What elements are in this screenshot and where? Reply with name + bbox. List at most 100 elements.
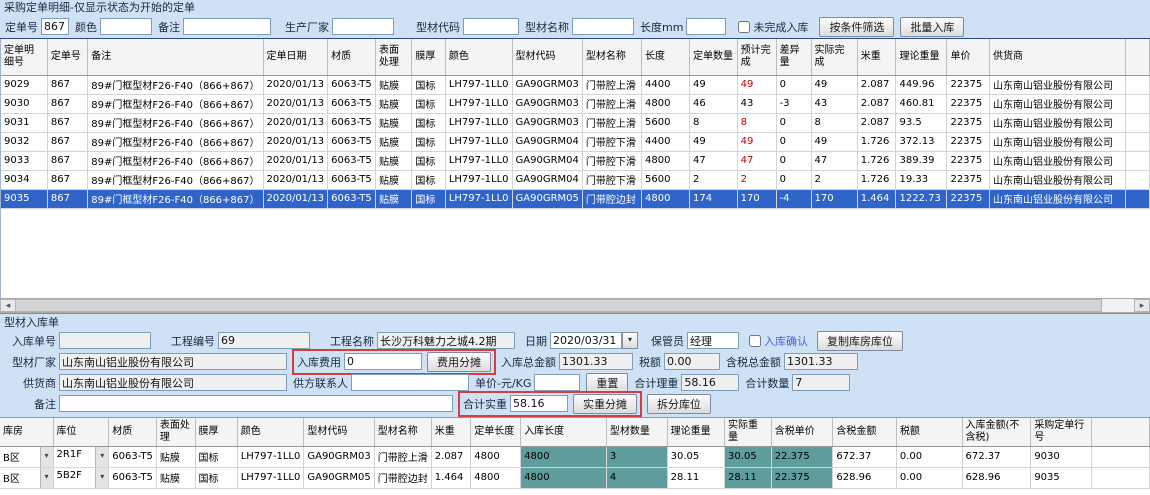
table-row[interactable]: 903486789#门框型材F26-F40（866+867）2020/01/13…	[1, 170, 1150, 189]
table-row[interactable]: 903086789#门框型材F26-F40（866+867）2020/01/13…	[1, 94, 1150, 113]
column-header: 定单日期	[263, 39, 328, 75]
combobox-arrow-icon[interactable]: ▾	[95, 468, 108, 488]
cell: 28.11	[725, 467, 772, 488]
factory-input[interactable]	[59, 353, 287, 370]
cell: LH797-1LL0	[237, 467, 304, 488]
table-row[interactable]: B区▾5B2F▾6063-T5贴膜国标LH797-1LL0GA90GRM05门带…	[0, 467, 1150, 488]
cell: 6063-T5	[328, 189, 376, 208]
cell: 170	[737, 189, 776, 208]
reset-button[interactable]: 重置	[586, 373, 628, 393]
column-header: 型材名称	[582, 39, 641, 75]
total-with-tax-input[interactable]	[784, 353, 858, 370]
cell: 5600	[642, 170, 690, 189]
keeper-input[interactable]	[687, 332, 739, 349]
tax-input[interactable]	[664, 353, 720, 370]
calendar-dropdown-icon[interactable]: ▾	[622, 332, 638, 349]
unit-price-input[interactable]	[534, 374, 580, 391]
cell: 2020/01/13	[263, 189, 328, 208]
batch-inbound-button[interactable]: 批量入库	[900, 17, 964, 37]
scrollbar-thumb[interactable]	[16, 299, 1102, 312]
actual-weight-apportion-button[interactable]: 实重分摊	[573, 394, 637, 414]
inbound-remark-input[interactable]	[59, 395, 453, 412]
date-input[interactable]	[550, 332, 622, 349]
cell: GA90GRM05	[304, 467, 374, 488]
supplier-contact-input[interactable]	[351, 374, 469, 391]
copy-warehouse-location-button[interactable]: 复制库房库位	[817, 331, 903, 351]
scrollbar-left-arrow-icon[interactable]: ◂	[0, 299, 16, 312]
total-theory-weight-input[interactable]	[681, 374, 739, 391]
cell: 国标	[412, 189, 445, 208]
profile-name-filter-input[interactable]	[572, 18, 634, 35]
split-location-button[interactable]: 拆分库位	[647, 394, 711, 414]
combobox-arrow-icon[interactable]: ▾	[40, 468, 53, 488]
profile-name-filter-label: 型材名称	[525, 19, 569, 35]
supplier-input[interactable]	[59, 374, 287, 391]
order-no-input[interactable]	[41, 18, 69, 35]
keeper-label: 保管员	[644, 333, 684, 349]
manufacturer-filter-input[interactable]	[332, 18, 394, 35]
cell: 2020/01/13	[263, 151, 328, 170]
cell: LH797-1LL0	[445, 151, 512, 170]
length-filter-input[interactable]	[686, 18, 726, 35]
project-no-input[interactable]	[218, 332, 310, 349]
cell: 867	[47, 75, 87, 94]
cell: LH797-1LL0	[445, 189, 512, 208]
cell: 贴膜	[376, 94, 412, 113]
manufacturer-filter-label: 生产厂家	[285, 19, 329, 35]
unit-price-label: 单价-元/KG	[475, 375, 531, 391]
project-name-label: 工程名称	[316, 333, 374, 349]
cell: 4800	[642, 189, 690, 208]
table-row[interactable]: 903286789#门框型材F26-F40（866+867）2020/01/13…	[1, 132, 1150, 151]
table-row[interactable]: 903186789#门框型材F26-F40（866+867）2020/01/13…	[1, 113, 1150, 132]
column-header: 长度	[642, 39, 690, 75]
cell: 2020/01/13	[263, 94, 328, 113]
total-qty-label: 合计数量	[745, 375, 789, 391]
remark-filter-input[interactable]	[183, 18, 271, 35]
total-amount-input[interactable]	[559, 353, 633, 370]
table-row[interactable]: 903586789#门框型材F26-F40（866+867）2020/01/13…	[1, 189, 1150, 208]
cell: GA90GRM04	[512, 132, 582, 151]
unfinished-inbound-checkbox[interactable]	[738, 21, 750, 33]
inbound-confirm-checkbox[interactable]	[749, 335, 761, 347]
cell: GA90GRM03	[304, 446, 374, 467]
scrollbar-track[interactable]	[1102, 299, 1134, 312]
color-filter-input[interactable]	[100, 18, 152, 35]
horizontal-scrollbar[interactable]: ◂ ▸	[0, 298, 1150, 313]
table-row[interactable]: 902986789#门框型材F26-F40（866+867）2020/01/13…	[1, 75, 1150, 94]
column-header: 定单长度	[471, 418, 521, 446]
table-row[interactable]: 903386789#门框型材F26-F40（866+867）2020/01/13…	[1, 151, 1150, 170]
cell: 672.37	[962, 446, 1031, 467]
cell: 8	[737, 113, 776, 132]
project-name-input[interactable]	[377, 332, 515, 349]
cell: 93.5	[896, 113, 947, 132]
inbound-no-input[interactable]	[59, 332, 151, 349]
column-header: 库位	[53, 418, 109, 446]
cell: 89#门框型材F26-F40（866+867）	[88, 170, 263, 189]
profile-code-filter-input[interactable]	[463, 18, 519, 35]
supplier-label: 供货商	[4, 375, 56, 391]
cell: 贴膜	[156, 467, 195, 488]
cell	[1126, 132, 1150, 151]
scrollbar-right-arrow-icon[interactable]: ▸	[1134, 299, 1150, 312]
order-no-label: 定单号	[5, 19, 38, 35]
table-row[interactable]: B区▾2R1F▾6063-T5贴膜国标LH797-1LL0GA90GRM03门带…	[0, 446, 1150, 467]
cell: 9032	[1, 132, 47, 151]
inbound-fee-input[interactable]	[344, 353, 422, 370]
filter-by-condition-button[interactable]: 按条件筛选	[819, 17, 894, 37]
inbound-remark-label: 备注	[4, 396, 56, 412]
cell: 9030	[1031, 446, 1092, 467]
cell: 门带腔下滑	[582, 151, 641, 170]
fee-apportion-button[interactable]: 费用分摊	[427, 352, 491, 372]
cell: 30.05	[725, 446, 772, 467]
total-actual-weight-input[interactable]	[510, 395, 568, 412]
cell: 449.96	[896, 75, 947, 94]
cell: 贴膜	[376, 151, 412, 170]
cell: 9035	[1031, 467, 1092, 488]
column-header: 预计完成	[737, 39, 776, 75]
total-qty-input[interactable]	[792, 374, 850, 391]
combobox-arrow-icon[interactable]: ▾	[95, 447, 108, 467]
combobox-arrow-icon[interactable]: ▾	[40, 447, 53, 467]
cell: 5B2F▾	[53, 467, 109, 488]
total-amount-label: 入库总金额	[501, 354, 556, 370]
inbound-fee-label: 入库费用	[297, 354, 341, 370]
